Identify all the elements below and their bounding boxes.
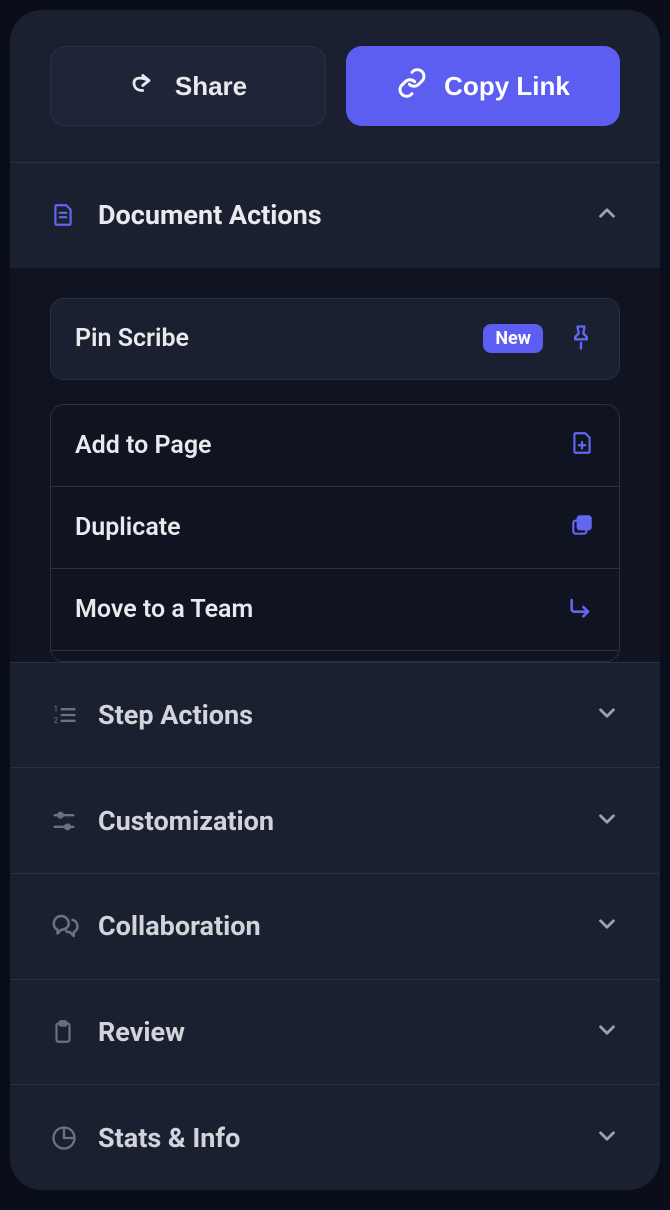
section-customization[interactable]: Customization bbox=[10, 767, 660, 873]
action-pin-scribe[interactable]: Pin Scribe New bbox=[50, 298, 620, 380]
section-label: Stats & Info bbox=[98, 1122, 594, 1154]
sliders-icon bbox=[50, 807, 82, 835]
section-label: Collaboration bbox=[98, 910, 594, 942]
duplicate-icon bbox=[569, 512, 595, 542]
chevron-down-icon bbox=[594, 1123, 620, 1153]
move-arrow-icon bbox=[567, 593, 595, 625]
svg-text:1: 1 bbox=[54, 704, 59, 714]
action-group: Add to Page Duplicate Move to a Team bbox=[50, 404, 620, 662]
svg-text:2: 2 bbox=[54, 715, 59, 725]
action-item-cutoff bbox=[51, 651, 619, 661]
share-button-label: Share bbox=[175, 71, 247, 102]
section-label: Customization bbox=[98, 805, 594, 837]
chevron-down-icon bbox=[594, 806, 620, 836]
copy-link-button[interactable]: Copy Link bbox=[346, 46, 620, 126]
top-button-row: Share Copy Link bbox=[10, 10, 660, 162]
action-move-to-team[interactable]: Move to a Team bbox=[51, 569, 619, 651]
action-duplicate[interactable]: Duplicate bbox=[51, 487, 619, 569]
file-plus-icon bbox=[569, 430, 595, 460]
document-icon bbox=[50, 202, 82, 228]
action-label: Duplicate bbox=[75, 513, 569, 542]
chat-icon bbox=[50, 911, 82, 941]
section-label: Step Actions bbox=[98, 699, 594, 731]
section-document-actions[interactable]: Document Actions bbox=[10, 162, 660, 268]
section-label: Document Actions bbox=[98, 199, 594, 231]
chevron-down-icon bbox=[594, 911, 620, 941]
section-step-actions[interactable]: 12 Step Actions bbox=[10, 662, 660, 768]
actions-panel: Share Copy Link Document Actions Pin Scr… bbox=[10, 10, 660, 1190]
new-badge: New bbox=[483, 324, 543, 353]
chevron-down-icon bbox=[594, 700, 620, 730]
document-actions-body: Pin Scribe New Add to Page Duplicate Mov… bbox=[10, 268, 660, 662]
section-collaboration[interactable]: Collaboration bbox=[10, 873, 660, 979]
numbered-list-icon: 12 bbox=[50, 701, 82, 729]
chevron-up-icon bbox=[594, 200, 620, 230]
chevron-down-icon bbox=[594, 1017, 620, 1047]
pin-icon bbox=[567, 323, 595, 355]
section-stats-info[interactable]: Stats & Info bbox=[10, 1084, 660, 1190]
link-icon bbox=[396, 67, 428, 106]
clipboard-icon bbox=[50, 1019, 82, 1045]
section-label: Review bbox=[98, 1016, 594, 1048]
action-add-to-page[interactable]: Add to Page bbox=[51, 405, 619, 487]
action-label: Add to Page bbox=[75, 431, 569, 460]
section-review[interactable]: Review bbox=[10, 979, 660, 1085]
action-label: Pin Scribe bbox=[75, 324, 483, 353]
share-button[interactable]: Share bbox=[50, 46, 326, 126]
pie-chart-icon bbox=[50, 1124, 82, 1152]
copy-link-button-label: Copy Link bbox=[444, 71, 570, 102]
action-label: Move to a Team bbox=[75, 595, 567, 624]
share-arrow-icon bbox=[129, 68, 159, 105]
